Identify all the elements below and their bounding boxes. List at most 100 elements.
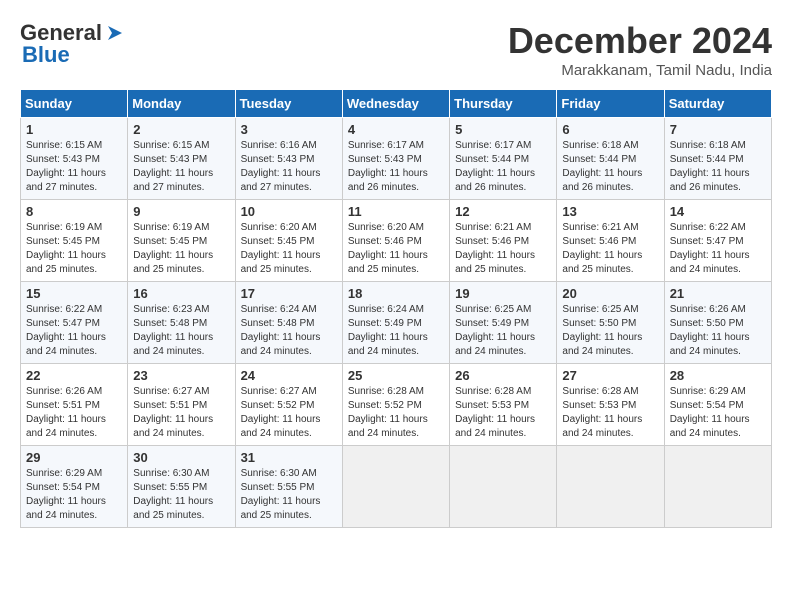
calendar-day-cell: 5 Sunrise: 6:17 AMSunset: 5:44 PMDaylight… xyxy=(450,118,557,200)
day-info: Sunrise: 6:28 AMSunset: 5:53 PMDaylight:… xyxy=(455,386,535,439)
calendar-day-cell: 25 Sunrise: 6:28 AMSunset: 5:52 PMDayligh… xyxy=(342,364,449,446)
calendar-day-cell: 24 Sunrise: 6:27 AMSunset: 5:52 PMDayligh… xyxy=(235,364,342,446)
day-info: Sunrise: 6:19 AMSunset: 5:45 PMDaylight:… xyxy=(133,222,213,275)
calendar-header-row: SundayMondayTuesdayWednesdayThursdayFrid… xyxy=(21,90,772,118)
calendar-day-cell: 16 Sunrise: 6:23 AMSunset: 5:48 PMDayligh… xyxy=(128,282,235,364)
day-number: 27 xyxy=(562,368,658,383)
day-number: 29 xyxy=(26,450,122,465)
day-number: 28 xyxy=(670,368,766,383)
day-number: 15 xyxy=(26,286,122,301)
calendar-day-cell: 3 Sunrise: 6:16 AMSunset: 5:43 PMDaylight… xyxy=(235,118,342,200)
day-info: Sunrise: 6:24 AMSunset: 5:49 PMDaylight:… xyxy=(348,304,428,357)
calendar-day-cell: 17 Sunrise: 6:24 AMSunset: 5:48 PMDayligh… xyxy=(235,282,342,364)
day-number: 13 xyxy=(562,204,658,219)
calendar-week-row: 15 Sunrise: 6:22 AMSunset: 5:47 PMDayligh… xyxy=(21,282,772,364)
day-number: 8 xyxy=(26,204,122,219)
calendar-day-cell: 11 Sunrise: 6:20 AMSunset: 5:46 PMDayligh… xyxy=(342,200,449,282)
calendar-day-cell: 8 Sunrise: 6:19 AMSunset: 5:45 PMDaylight… xyxy=(21,200,128,282)
day-info: Sunrise: 6:27 AMSunset: 5:51 PMDaylight:… xyxy=(133,386,213,439)
column-header-saturday: Saturday xyxy=(664,90,771,118)
day-info: Sunrise: 6:26 AMSunset: 5:50 PMDaylight:… xyxy=(670,304,750,357)
day-info: Sunrise: 6:15 AMSunset: 5:43 PMDaylight:… xyxy=(26,140,106,193)
empty-cell xyxy=(664,446,771,528)
day-number: 11 xyxy=(348,204,444,219)
column-header-wednesday: Wednesday xyxy=(342,90,449,118)
calendar-day-cell: 31 Sunrise: 6:30 AMSunset: 5:55 PMDayligh… xyxy=(235,446,342,528)
day-info: Sunrise: 6:27 AMSunset: 5:52 PMDaylight:… xyxy=(241,386,321,439)
day-info: Sunrise: 6:18 AMSunset: 5:44 PMDaylight:… xyxy=(562,140,642,193)
logo-arrow-icon xyxy=(104,24,126,42)
day-info: Sunrise: 6:17 AMSunset: 5:44 PMDaylight:… xyxy=(455,140,535,193)
calendar-day-cell: 22 Sunrise: 6:26 AMSunset: 5:51 PMDayligh… xyxy=(21,364,128,446)
column-header-thursday: Thursday xyxy=(450,90,557,118)
logo: General Blue xyxy=(20,20,126,68)
day-info: Sunrise: 6:21 AMSunset: 5:46 PMDaylight:… xyxy=(562,222,642,275)
day-number: 6 xyxy=(562,122,658,137)
calendar-day-cell: 9 Sunrise: 6:19 AMSunset: 5:45 PMDaylight… xyxy=(128,200,235,282)
day-number: 5 xyxy=(455,122,551,137)
column-header-friday: Friday xyxy=(557,90,664,118)
empty-cell xyxy=(450,446,557,528)
day-number: 26 xyxy=(455,368,551,383)
day-number: 10 xyxy=(241,204,337,219)
calendar-day-cell: 12 Sunrise: 6:21 AMSunset: 5:46 PMDayligh… xyxy=(450,200,557,282)
day-info: Sunrise: 6:21 AMSunset: 5:46 PMDaylight:… xyxy=(455,222,535,275)
day-info: Sunrise: 6:26 AMSunset: 5:51 PMDaylight:… xyxy=(26,386,106,439)
day-number: 4 xyxy=(348,122,444,137)
day-number: 24 xyxy=(241,368,337,383)
day-info: Sunrise: 6:15 AMSunset: 5:43 PMDaylight:… xyxy=(133,140,213,193)
column-header-tuesday: Tuesday xyxy=(235,90,342,118)
day-number: 25 xyxy=(348,368,444,383)
day-info: Sunrise: 6:30 AMSunset: 5:55 PMDaylight:… xyxy=(133,468,213,521)
day-info: Sunrise: 6:28 AMSunset: 5:53 PMDaylight:… xyxy=(562,386,642,439)
calendar-day-cell: 30Sunrise: 6:30 AMSunset: 5:55 PMDayligh… xyxy=(128,446,235,528)
day-info: Sunrise: 6:19 AMSunset: 5:45 PMDaylight:… xyxy=(26,222,106,275)
day-info: Sunrise: 6:29 AMSunset: 5:54 PMDaylight:… xyxy=(26,468,106,521)
column-header-monday: Monday xyxy=(128,90,235,118)
day-info: Sunrise: 6:28 AMSunset: 5:52 PMDaylight:… xyxy=(348,386,428,439)
calendar-day-cell: 1 Sunrise: 6:15 AMSunset: 5:43 PMDaylight… xyxy=(21,118,128,200)
day-info: Sunrise: 6:25 AMSunset: 5:50 PMDaylight:… xyxy=(562,304,642,357)
day-info: Sunrise: 6:25 AMSunset: 5:49 PMDaylight:… xyxy=(455,304,535,357)
calendar-day-cell: 27 Sunrise: 6:28 AMSunset: 5:53 PMDayligh… xyxy=(557,364,664,446)
day-number: 12 xyxy=(455,204,551,219)
day-info: Sunrise: 6:23 AMSunset: 5:48 PMDaylight:… xyxy=(133,304,213,357)
empty-cell xyxy=(557,446,664,528)
day-info: Sunrise: 6:29 AMSunset: 5:54 PMDaylight:… xyxy=(670,386,750,439)
day-number: 3 xyxy=(241,122,337,137)
day-number: 31 xyxy=(241,450,337,465)
empty-cell xyxy=(342,446,449,528)
calendar-week-row: 22 Sunrise: 6:26 AMSunset: 5:51 PMDayligh… xyxy=(21,364,772,446)
day-number: 9 xyxy=(133,204,229,219)
calendar-day-cell: 29 Sunrise: 6:29 AMSunset: 5:54 PMDayligh… xyxy=(21,446,128,528)
calendar-day-cell: 18Sunrise: 6:24 AMSunset: 5:49 PMDayligh… xyxy=(342,282,449,364)
calendar-day-cell: 4Sunrise: 6:17 AMSunset: 5:43 PMDaylight… xyxy=(342,118,449,200)
calendar-day-cell: 23Sunrise: 6:27 AMSunset: 5:51 PMDayligh… xyxy=(128,364,235,446)
day-info: Sunrise: 6:20 AMSunset: 5:46 PMDaylight:… xyxy=(348,222,428,275)
day-number: 16 xyxy=(133,286,229,301)
month-title: December 2024 xyxy=(508,20,772,62)
calendar-table: SundayMondayTuesdayWednesdayThursdayFrid… xyxy=(20,89,772,528)
calendar-day-cell: 2Sunrise: 6:15 AMSunset: 5:43 PMDaylight… xyxy=(128,118,235,200)
calendar-day-cell: 6 Sunrise: 6:18 AMSunset: 5:44 PMDaylight… xyxy=(557,118,664,200)
column-header-sunday: Sunday xyxy=(21,90,128,118)
page-header: General Blue December 2024 Marakkanam, T… xyxy=(20,20,772,79)
calendar-day-cell: 7Sunrise: 6:18 AMSunset: 5:44 PMDaylight… xyxy=(664,118,771,200)
day-info: Sunrise: 6:30 AMSunset: 5:55 PMDaylight:… xyxy=(241,468,321,521)
calendar-day-cell: 10Sunrise: 6:20 AMSunset: 5:45 PMDayligh… xyxy=(235,200,342,282)
calendar-week-row: 29 Sunrise: 6:29 AMSunset: 5:54 PMDayligh… xyxy=(21,446,772,528)
day-info: Sunrise: 6:22 AMSunset: 5:47 PMDaylight:… xyxy=(26,304,106,357)
day-number: 21 xyxy=(670,286,766,301)
day-info: Sunrise: 6:16 AMSunset: 5:43 PMDaylight:… xyxy=(241,140,321,193)
day-number: 22 xyxy=(26,368,122,383)
logo-text-blue: Blue xyxy=(22,42,70,68)
calendar-day-cell: 15 Sunrise: 6:22 AMSunset: 5:47 PMDayligh… xyxy=(21,282,128,364)
calendar-day-cell: 14Sunrise: 6:22 AMSunset: 5:47 PMDayligh… xyxy=(664,200,771,282)
day-number: 20 xyxy=(562,286,658,301)
calendar-week-row: 8 Sunrise: 6:19 AMSunset: 5:45 PMDaylight… xyxy=(21,200,772,282)
day-number: 7 xyxy=(670,122,766,137)
calendar-day-cell: 26 Sunrise: 6:28 AMSunset: 5:53 PMDayligh… xyxy=(450,364,557,446)
day-info: Sunrise: 6:24 AMSunset: 5:48 PMDaylight:… xyxy=(241,304,321,357)
day-number: 17 xyxy=(241,286,337,301)
day-number: 1 xyxy=(26,122,122,137)
